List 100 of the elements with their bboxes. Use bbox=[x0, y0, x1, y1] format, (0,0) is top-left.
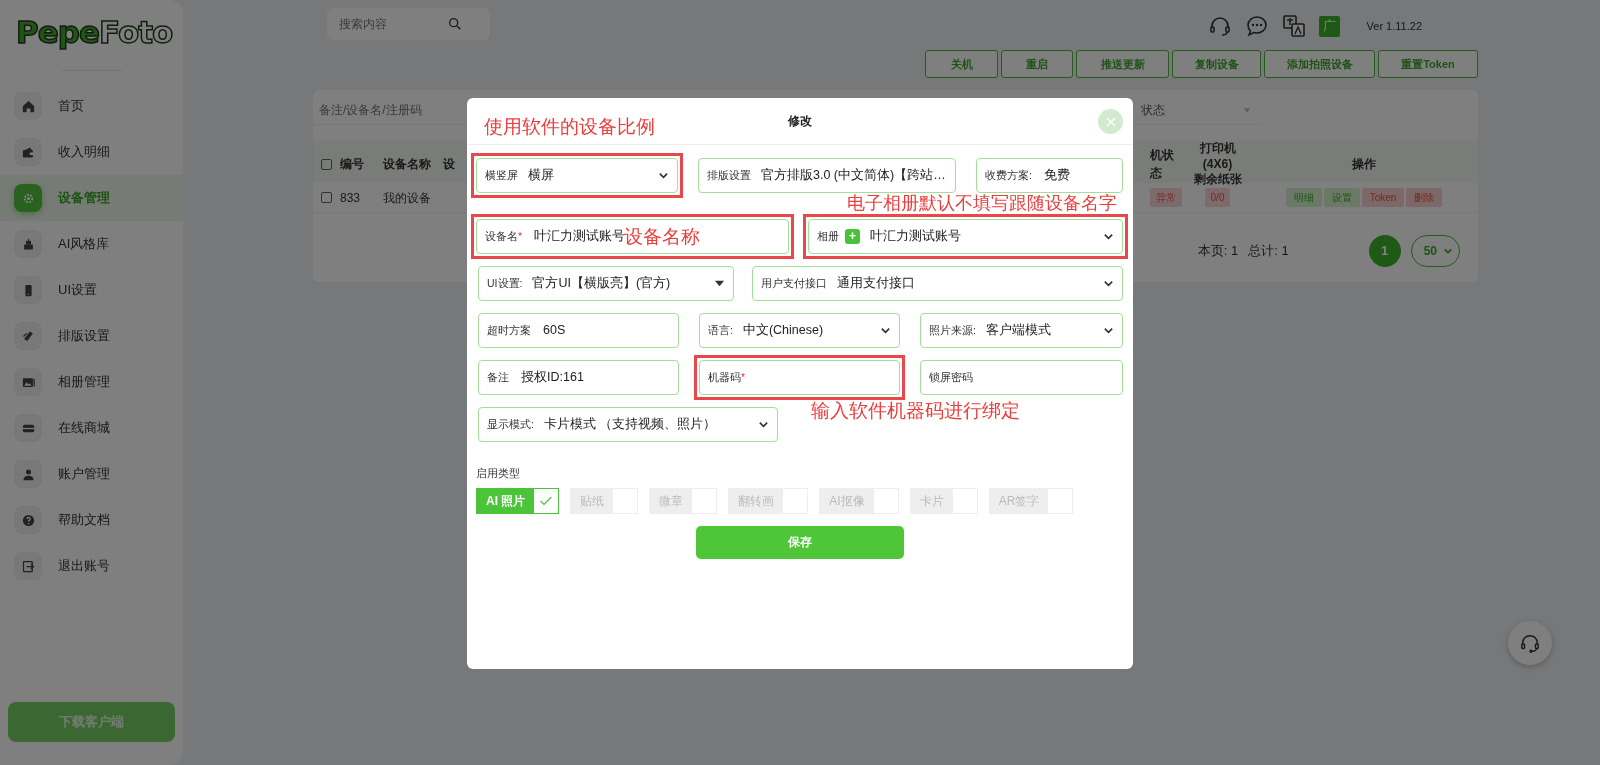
translate-icon bbox=[1281, 14, 1306, 38]
headset-icon bbox=[1207, 14, 1232, 38]
select-value: 官方UI【横版亮】(官方) bbox=[532, 275, 672, 293]
sidebar-item[interactable]: UI设置 bbox=[0, 267, 183, 313]
select-field[interactable]: 用户支付接口 通用支付接口 bbox=[752, 266, 1123, 301]
search-input[interactable]: 搜索内容 bbox=[337, 14, 447, 34]
select-field[interactable]: 横竖屏 横屏 bbox=[476, 158, 678, 193]
select-value: 中文(Chinese) bbox=[742, 322, 825, 340]
sidebar-label: 收入明细 bbox=[58, 143, 110, 162]
type-toggle[interactable]: AI 照片 bbox=[476, 487, 560, 514]
text-input[interactable]: 授权ID:161 bbox=[519, 367, 670, 388]
field-label: 语言: bbox=[708, 322, 733, 338]
sidebar-label: 账户管理 bbox=[58, 465, 110, 484]
table-cell-text: 我的设备 bbox=[383, 189, 432, 207]
field-label: UI设置: bbox=[487, 275, 523, 291]
close-icon bbox=[1103, 114, 1118, 129]
sidebar-item[interactable]: 退出账号 bbox=[0, 543, 183, 589]
sidebar-item[interactable]: 收入明细 bbox=[0, 129, 183, 175]
help-icon bbox=[20, 512, 36, 528]
chevron-down-icon bbox=[1103, 325, 1114, 336]
column-header: 编号 bbox=[340, 156, 365, 174]
select-all-checkbox[interactable] bbox=[321, 158, 332, 170]
table-cell-text: 833 bbox=[340, 189, 362, 207]
section-label: 启用类型 bbox=[476, 466, 521, 481]
select-field[interactable]: 显示模式: 卡片模式 （支持视频、照片） bbox=[478, 407, 778, 442]
annotation-note: 电子相册默认不填写跟随设备名字 bbox=[847, 194, 1117, 214]
chevron-down-icon bbox=[1103, 278, 1114, 289]
select-value: 卡片模式 （支持视频、照片） bbox=[543, 416, 718, 434]
row-checkbox[interactable] bbox=[321, 192, 332, 203]
sidebar-label: 帮助文档 bbox=[58, 511, 110, 530]
input-field[interactable]: 机器码* bbox=[699, 360, 900, 395]
sidebar-item[interactable]: 在线商城 bbox=[0, 405, 183, 451]
sidebar-label: 退出账号 bbox=[58, 557, 110, 576]
toolbar-button[interactable]: 复制设备 bbox=[1172, 50, 1261, 78]
sidebar-label: UI设置 bbox=[58, 281, 97, 300]
input-field[interactable]: 锁屏密码 bbox=[920, 360, 1123, 395]
logout-icon bbox=[20, 558, 36, 574]
input-field[interactable]: 超时方案 60S bbox=[478, 313, 679, 348]
field-label: 照片来源: bbox=[929, 322, 976, 338]
dialog-title: 修改 bbox=[788, 113, 812, 130]
field-label: 相册 bbox=[817, 228, 839, 244]
field-label: 备注 bbox=[487, 369, 509, 385]
sidebar-item[interactable]: 相册管理 bbox=[0, 359, 183, 405]
select-value: 横屏 bbox=[528, 167, 555, 185]
field-label: 横竖屏 bbox=[485, 167, 518, 183]
select-value: 叶汇力测试账号 bbox=[870, 228, 962, 246]
sidebar-label: 设备管理 bbox=[58, 189, 110, 208]
text-input[interactable]: 60S bbox=[541, 320, 670, 341]
sidebar-label: 排版设置 bbox=[58, 327, 110, 346]
annotation-note: 使用软件的设备比例 bbox=[484, 117, 655, 138]
column-header: 机状态 bbox=[1150, 147, 1175, 183]
caret-down-icon bbox=[714, 278, 725, 289]
sidebar-label: AI风格库 bbox=[58, 235, 110, 254]
sidebar-item[interactable]: AI风格库 bbox=[0, 221, 183, 267]
select-value: 官方排版3.0 (中文简体)【跨站… bbox=[761, 167, 946, 185]
search-field[interactable]: 搜索内容 bbox=[327, 8, 490, 40]
toolbar-button[interactable]: 推送更新 bbox=[1076, 50, 1169, 78]
sidebar-item[interactable]: 账户管理 bbox=[0, 451, 183, 497]
select-field[interactable]: 相册 + 叶汇力测试账号 bbox=[808, 219, 1123, 254]
page-info: 本页: 1 bbox=[1197, 242, 1239, 261]
sidebar-item[interactable]: 首页 bbox=[0, 83, 183, 129]
sidebar-item[interactable]: 排版设置 bbox=[0, 313, 183, 359]
field-label: 设备名* bbox=[485, 228, 523, 244]
column-header: 设 bbox=[443, 156, 456, 174]
search-icon bbox=[447, 16, 463, 32]
input-field[interactable]: 收费方案: 免费 bbox=[976, 158, 1123, 193]
chevron-down-icon bbox=[658, 170, 669, 181]
dropdown-field[interactable]: UI设置: 官方UI【横版亮】(官方) bbox=[478, 266, 734, 301]
select-field[interactable]: 语言: 中文(Chinese) bbox=[699, 313, 900, 348]
dropdown-field[interactable]: 排版设置 官方排版3.0 (中文简体)【跨站… bbox=[698, 158, 956, 193]
sidebar-label: 首页 bbox=[58, 97, 84, 116]
add-button[interactable]: + bbox=[845, 229, 860, 244]
select-value: 通用支付接口 bbox=[837, 275, 916, 293]
paper-badge: 0/0 bbox=[1204, 188, 1231, 207]
field-label: 锁屏密码 bbox=[929, 369, 973, 385]
version-label: Ver 1.11.22 bbox=[1366, 18, 1422, 34]
toolbar-button[interactable]: 添加拍照设备 bbox=[1264, 50, 1375, 78]
field-label: 超时方案 bbox=[487, 322, 531, 338]
column-header: 设备名称 bbox=[383, 156, 432, 174]
select-field[interactable]: 照片来源: 客户端模式 bbox=[920, 313, 1123, 348]
sidebar-item[interactable]: 帮助文档 bbox=[0, 497, 183, 543]
headset-icon bbox=[1519, 632, 1541, 654]
chevron-down-icon bbox=[758, 419, 769, 430]
total-info: 总计: 1 bbox=[1248, 242, 1289, 261]
sidebar-label: 在线商城 bbox=[58, 419, 110, 438]
sidebar-label: 相册管理 bbox=[58, 373, 110, 392]
column-header: 操作 bbox=[1351, 156, 1377, 174]
logo: PepeFoto bbox=[15, 13, 173, 50]
annotation-note: 设备名称 bbox=[624, 226, 700, 247]
text-input[interactable]: 免费 bbox=[1041, 165, 1114, 186]
home-icon bbox=[20, 98, 36, 114]
help-button[interactable] bbox=[1508, 621, 1552, 665]
select-value: 客户端模式 bbox=[985, 322, 1052, 340]
field-label: 显示模式: bbox=[487, 416, 534, 432]
annotation-note: 输入软件机器码进行绑定 bbox=[811, 401, 1020, 422]
toolbar-button[interactable]: 关机 bbox=[925, 50, 998, 78]
input-field[interactable]: 备注 授权ID:161 bbox=[478, 360, 679, 395]
select-placeholder: 状态 bbox=[1141, 101, 1166, 119]
field-label: 机器码* bbox=[708, 369, 746, 385]
column-header: 打印机(4X6) 剩余纸张 bbox=[1192, 141, 1243, 188]
